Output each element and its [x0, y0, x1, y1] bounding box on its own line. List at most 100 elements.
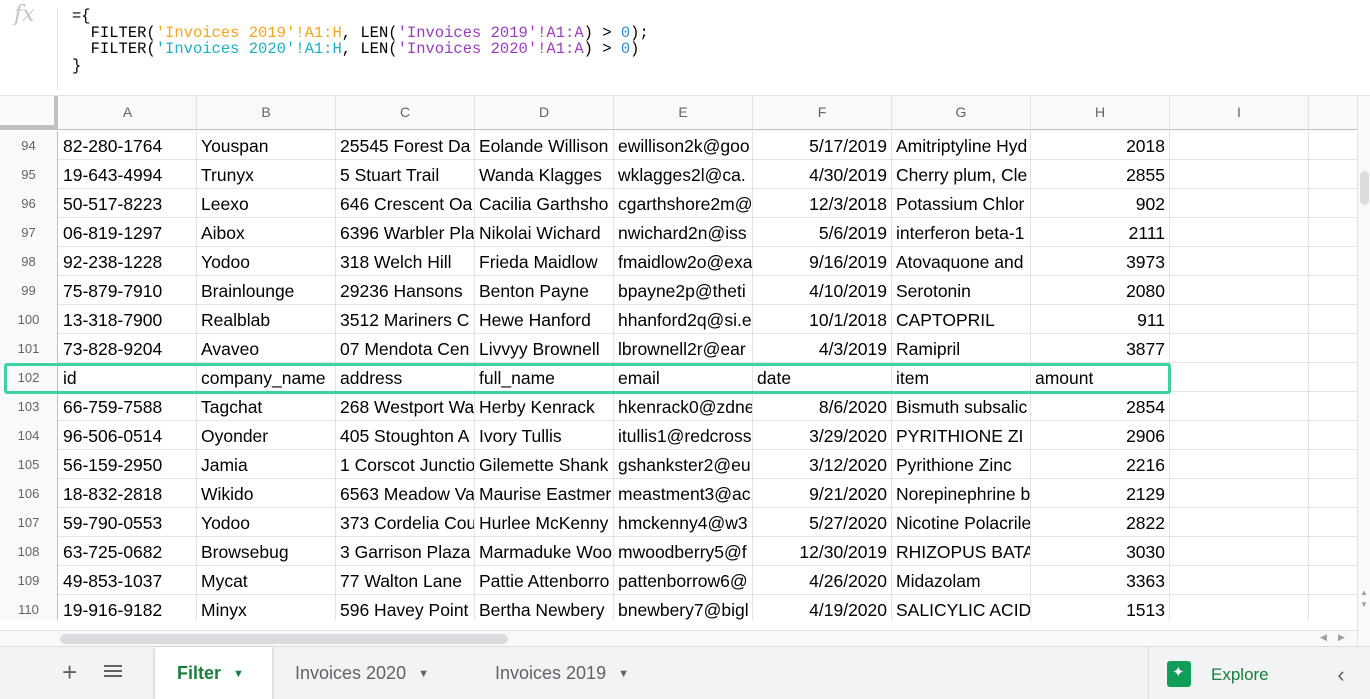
cell-d96[interactable]: Cacilia Garthsho [475, 189, 614, 218]
cell-i104[interactable] [1170, 421, 1309, 450]
row-number[interactable]: 104 [0, 421, 58, 450]
cell-h98[interactable]: 3973 [1031, 247, 1170, 276]
cell-d105[interactable]: Gilemette Shank [475, 450, 614, 479]
cell-f103[interactable]: 8/6/2020 [753, 392, 892, 421]
cell-f106[interactable]: 9/21/2020 [753, 479, 892, 508]
cell-f109[interactable]: 4/26/2020 [753, 566, 892, 595]
row-number[interactable]: 101 [0, 334, 58, 363]
cell-f104[interactable]: 3/29/2020 [753, 421, 892, 450]
cell-e107[interactable]: hmckenny4@w3 [614, 508, 753, 537]
scroll-up-arrow-icon[interactable]: ▲ [1360, 588, 1368, 597]
cell-b97[interactable]: Aibox [197, 218, 336, 247]
cell-b104[interactable]: Oyonder [197, 421, 336, 450]
cell-b105[interactable]: Jamia [197, 450, 336, 479]
cell-g104[interactable]: PYRITHIONE ZI [892, 421, 1031, 450]
collapse-panel-icon[interactable]: ‹ [1326, 647, 1356, 699]
cell-a105[interactable]: 56-159-2950 [59, 450, 197, 479]
column-header-e[interactable]: E [614, 96, 753, 129]
cell-h97[interactable]: 2111 [1031, 218, 1170, 247]
cell-d97[interactable]: Nikolai Wichard [475, 218, 614, 247]
cell-h109[interactable]: 3363 [1031, 566, 1170, 595]
cell-i94[interactable] [1170, 131, 1309, 160]
cell-f96[interactable]: 12/3/2018 [753, 189, 892, 218]
cell-f99[interactable]: 4/10/2019 [753, 276, 892, 305]
cell-d102[interactable]: full_name [475, 363, 614, 392]
formula-bar[interactable]: fx ={ FILTER('Invoices 2019'!A1:H, LEN('… [0, 0, 1370, 96]
add-sheet-icon[interactable]: + [62, 657, 77, 687]
cell-i103[interactable] [1170, 392, 1309, 421]
chevron-down-icon[interactable]: ▼ [418, 668, 429, 680]
column-header-i[interactable]: I [1170, 96, 1309, 129]
cell-g102[interactable]: item [892, 363, 1031, 392]
cell-e97[interactable]: nwichard2n@iss [614, 218, 753, 247]
grid-body[interactable]: 94 82-280-1764 Youspan 25545 Forest Da Eolan… [0, 130, 1357, 620]
cell-d94[interactable]: Eolande Willison [475, 131, 614, 160]
tab-invoices-2020[interactable]: Invoices 2020 ▼ [273, 647, 469, 699]
row-number[interactable]: 106 [0, 479, 58, 508]
cell-f108[interactable]: 12/30/2019 [753, 537, 892, 566]
cell-d108[interactable]: Marmaduke Woo [475, 537, 614, 566]
cell-d99[interactable]: Benton Payne [475, 276, 614, 305]
cell-h103[interactable]: 2854 [1031, 392, 1170, 421]
cell-i105[interactable] [1170, 450, 1309, 479]
cell-g106[interactable]: Norepinephrine b [892, 479, 1031, 508]
column-header-h[interactable]: H [1031, 96, 1170, 129]
cell-c104[interactable]: 405 Stoughton A [336, 421, 475, 450]
cell-a96[interactable]: 50-517-8223 [59, 189, 197, 218]
row-number[interactable]: 105 [0, 450, 58, 479]
cell-d100[interactable]: Hewe Hanford [475, 305, 614, 334]
cell-a103[interactable]: 66-759-7588 [59, 392, 197, 421]
cell-c97[interactable]: 6396 Warbler Pla [336, 218, 475, 247]
cell-h102[interactable]: amount [1031, 363, 1170, 392]
cell-h101[interactable]: 3877 [1031, 334, 1170, 363]
cell-f102[interactable]: date [753, 363, 892, 392]
cell-a110[interactable]: 19-916-9182 [59, 595, 197, 620]
cell-b108[interactable]: Browsebug [197, 537, 336, 566]
cell-g103[interactable]: Bismuth subsalic [892, 392, 1031, 421]
cell-g94[interactable]: Amitriptyline Hyd [892, 131, 1031, 160]
cell-f107[interactable]: 5/27/2020 [753, 508, 892, 537]
cell-d104[interactable]: Ivory Tullis [475, 421, 614, 450]
cell-c102[interactable]: address [336, 363, 475, 392]
cell-f101[interactable]: 4/3/2019 [753, 334, 892, 363]
cell-d106[interactable]: Maurise Eastmer [475, 479, 614, 508]
column-header-g[interactable]: G [892, 96, 1031, 129]
cell-b94[interactable]: Youspan [197, 131, 336, 160]
cell-i110[interactable] [1170, 595, 1309, 620]
cell-c95[interactable]: 5 Stuart Trail [336, 160, 475, 189]
cell-c110[interactable]: 596 Havey Point [336, 595, 475, 620]
column-header-f[interactable]: F [753, 96, 892, 129]
cell-e103[interactable]: hkenrack0@zdne [614, 392, 753, 421]
cell-i102[interactable] [1170, 363, 1309, 392]
cell-f97[interactable]: 5/6/2019 [753, 218, 892, 247]
row-number[interactable]: 97 [0, 218, 58, 247]
cell-g107[interactable]: Nicotine Polacrile [892, 508, 1031, 537]
cell-c98[interactable]: 318 Welch Hill [336, 247, 475, 276]
cell-a106[interactable]: 18-832-2818 [59, 479, 197, 508]
cell-a102[interactable]: id [59, 363, 197, 392]
row-number[interactable]: 95 [0, 160, 58, 189]
cell-e94[interactable]: ewillison2k@goo [614, 131, 753, 160]
cell-c94[interactable]: 25545 Forest Da [336, 131, 475, 160]
tab-invoices-2019[interactable]: Invoices 2019 ▼ [473, 647, 669, 699]
cell-i99[interactable] [1170, 276, 1309, 305]
cell-i100[interactable] [1170, 305, 1309, 334]
cell-d103[interactable]: Herby Kenrack [475, 392, 614, 421]
row-number[interactable]: 108 [0, 537, 58, 566]
cell-b102[interactable]: company_name [197, 363, 336, 392]
cell-i106[interactable] [1170, 479, 1309, 508]
chevron-down-icon[interactable]: ▼ [618, 668, 629, 680]
cell-h95[interactable]: 2855 [1031, 160, 1170, 189]
cell-b99[interactable]: Brainlounge [197, 276, 336, 305]
cell-f110[interactable]: 4/19/2020 [753, 595, 892, 620]
cell-h105[interactable]: 2216 [1031, 450, 1170, 479]
cell-h96[interactable]: 902 [1031, 189, 1170, 218]
cell-h100[interactable]: 911 [1031, 305, 1170, 334]
cell-b103[interactable]: Tagchat [197, 392, 336, 421]
row-number[interactable]: 94 [0, 131, 58, 160]
cell-e108[interactable]: mwoodberry5@f [614, 537, 753, 566]
cell-e106[interactable]: meastment3@ac [614, 479, 753, 508]
cell-g99[interactable]: Serotonin [892, 276, 1031, 305]
cell-i98[interactable] [1170, 247, 1309, 276]
cell-b95[interactable]: Trunyx [197, 160, 336, 189]
